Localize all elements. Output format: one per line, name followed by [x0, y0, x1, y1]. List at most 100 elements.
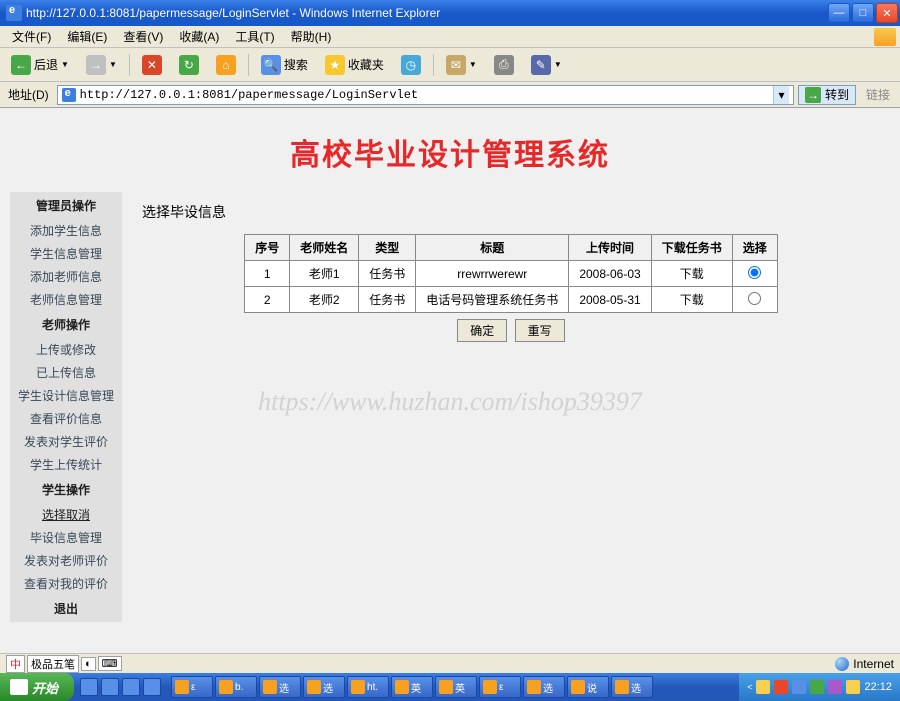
tray-icon[interactable] — [792, 680, 806, 694]
sidebar: 管理员操作添加学生信息学生信息管理添加老师信息老师信息管理老师操作上传或修改已上… — [10, 192, 122, 622]
sidebar-item[interactable]: 发表对老师评价 — [10, 549, 122, 572]
windows-flag-icon — [874, 28, 896, 46]
tray-icon[interactable] — [828, 680, 842, 694]
tray-icon[interactable] — [846, 680, 860, 694]
address-input-wrap: ▾ — [57, 85, 794, 105]
sidebar-head: 学生操作 — [10, 476, 122, 503]
download-link[interactable]: 下载 — [680, 293, 704, 307]
search-button[interactable]: 🔍搜索 — [254, 52, 315, 78]
sidebar-item[interactable]: 查看对我的评价 — [10, 572, 122, 595]
app-title: 高校毕业设计管理系统 — [0, 108, 900, 192]
table-cell: 1 — [245, 261, 290, 287]
tray-icon[interactable] — [756, 680, 770, 694]
table-cell: 老师1 — [290, 261, 359, 287]
print-button[interactable]: ⎙ — [487, 52, 521, 78]
mail-button[interactable]: ✉▼ — [439, 52, 484, 78]
zone-label: Internet — [853, 657, 894, 671]
table-cell: rrewrrwerewr — [416, 261, 569, 287]
taskbar-task[interactable]: ε — [171, 676, 213, 698]
taskbar-task[interactable]: 说 — [567, 676, 609, 698]
table-header: 类型 — [359, 235, 416, 261]
quick-launch-item[interactable] — [101, 678, 119, 696]
separator — [433, 54, 434, 76]
back-button[interactable]: ←后退▼ — [4, 52, 76, 78]
main-area: 选择毕设信息 序号老师姓名类型标题上传时间下载任务书选择 1老师1任务书rrew… — [132, 192, 890, 622]
history-button[interactable]: ◷ — [394, 52, 428, 78]
sidebar-item[interactable]: 上传或修改 — [10, 338, 122, 361]
menubar: 文件(F) 编辑(E) 查看(V) 收藏(A) 工具(T) 帮助(H) — [0, 26, 900, 48]
taskbar-task[interactable]: 选 — [523, 676, 565, 698]
table-cell: 电话号码管理系统任务书 — [416, 287, 569, 313]
taskbar-task[interactable]: ε — [479, 676, 521, 698]
taskbar-task[interactable]: ht. — [347, 676, 389, 698]
sidebar-item[interactable]: 添加老师信息 — [10, 265, 122, 288]
sidebar-item[interactable]: 学生信息管理 — [10, 242, 122, 265]
quick-launch-item[interactable] — [143, 678, 161, 696]
address-dropdown[interactable]: ▾ — [773, 86, 789, 104]
clock[interactable]: 22:12 — [864, 681, 892, 693]
sidebar-item[interactable]: 添加学生信息 — [10, 219, 122, 242]
sidebar-item[interactable]: 学生上传统计 — [10, 453, 122, 476]
menu-tools[interactable]: 工具(T) — [227, 26, 282, 47]
table-cell: 2 — [245, 287, 290, 313]
address-input[interactable] — [80, 88, 769, 102]
quick-launch — [74, 678, 167, 696]
menu-help[interactable]: 帮助(H) — [283, 26, 340, 47]
statusbar: 中极品五笔◐⌨ Internet — [0, 653, 900, 673]
download-link[interactable]: 下载 — [680, 267, 704, 281]
menu-file[interactable]: 文件(F) — [4, 26, 59, 47]
taskbar-task[interactable]: 英 — [391, 676, 433, 698]
windows-logo-icon — [10, 679, 28, 695]
select-radio[interactable] — [748, 292, 761, 305]
address-label: 地址(D) — [4, 86, 53, 103]
go-button[interactable]: →转到 — [798, 85, 856, 105]
maximize-button[interactable]: □ — [852, 3, 874, 23]
favorites-button[interactable]: ★收藏夹 — [318, 52, 391, 78]
start-button[interactable]: 开始 — [0, 673, 74, 701]
tray-icon[interactable] — [774, 680, 788, 694]
sidebar-item[interactable]: 学生设计信息管理 — [10, 384, 122, 407]
reset-button[interactable]: 重写 — [515, 319, 565, 342]
system-tray[interactable]: < 22:12 — [739, 673, 900, 701]
sidebar-item[interactable]: 发表对学生评价 — [10, 430, 122, 453]
sidebar-item[interactable]: 选择取消 — [10, 503, 122, 526]
ok-button[interactable]: 确定 — [457, 319, 507, 342]
links-label[interactable]: 链接 — [860, 86, 896, 103]
close-button[interactable]: ✕ — [876, 3, 898, 23]
menu-view[interactable]: 查看(V) — [115, 26, 171, 47]
menu-edit[interactable]: 编辑(E) — [59, 26, 115, 47]
taskbar-task[interactable]: 选 — [611, 676, 653, 698]
table-row: 1老师1任务书rrewrrwerewr2008-06-03下载 — [245, 261, 777, 287]
table-cell: 任务书 — [359, 261, 416, 287]
minimize-button[interactable]: — — [828, 3, 850, 23]
table-header: 上传时间 — [569, 235, 651, 261]
sidebar-item[interactable]: 已上传信息 — [10, 361, 122, 384]
titlebar: http://127.0.0.1:8081/papermessage/Login… — [0, 0, 900, 26]
table-header: 选择 — [732, 235, 777, 261]
sidebar-item[interactable]: 查看评价信息 — [10, 407, 122, 430]
quick-launch-item[interactable] — [80, 678, 98, 696]
taskbar-task[interactable]: 选 — [259, 676, 301, 698]
edit-button[interactable]: ✎▼ — [524, 52, 569, 78]
table-cell: 老师2 — [290, 287, 359, 313]
ime-box[interactable]: 中极品五笔◐⌨ — [6, 655, 122, 673]
taskbar-task[interactable]: 选 — [303, 676, 345, 698]
sidebar-item[interactable]: 毕设信息管理 — [10, 526, 122, 549]
window-title: http://127.0.0.1:8081/papermessage/Login… — [26, 6, 440, 20]
forward-button[interactable]: →▼ — [79, 52, 124, 78]
thesis-table: 序号老师姓名类型标题上传时间下载任务书选择 1老师1任务书rrewrrwerew… — [244, 234, 777, 313]
select-radio[interactable] — [748, 266, 761, 279]
sidebar-head[interactable]: 退出 — [10, 595, 122, 622]
taskbar-task[interactable]: b. — [215, 676, 257, 698]
stop-button[interactable]: ✕ — [135, 52, 169, 78]
table-cell: 任务书 — [359, 287, 416, 313]
menu-favorites[interactable]: 收藏(A) — [171, 26, 227, 47]
sidebar-item[interactable]: 老师信息管理 — [10, 288, 122, 311]
taskbar-task[interactable]: 英 — [435, 676, 477, 698]
tray-icon[interactable] — [810, 680, 824, 694]
table-cell: 2008-05-31 — [569, 287, 651, 313]
quick-launch-item[interactable] — [122, 678, 140, 696]
home-button[interactable]: ⌂ — [209, 52, 243, 78]
ie-icon — [6, 5, 22, 21]
refresh-button[interactable]: ↻ — [172, 52, 206, 78]
